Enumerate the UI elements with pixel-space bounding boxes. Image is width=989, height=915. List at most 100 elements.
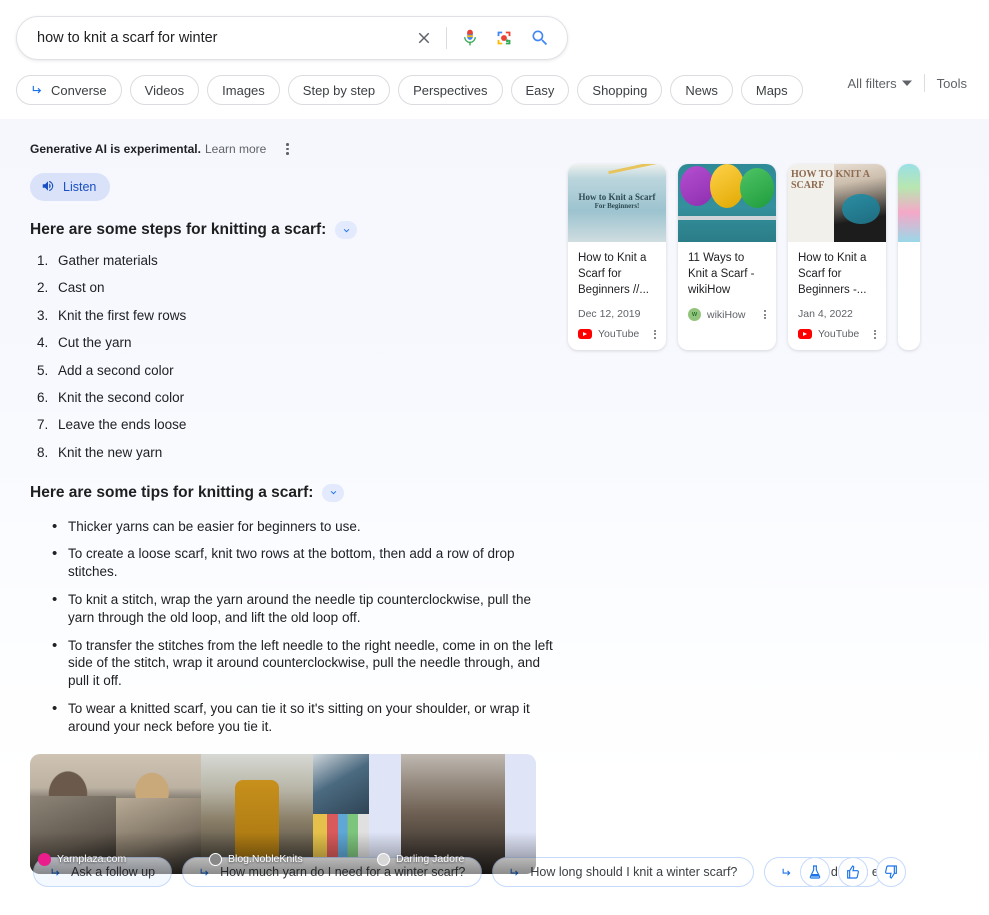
filter-chip-shopping[interactable]: Shopping bbox=[577, 75, 663, 105]
thumbs-down-icon[interactable] bbox=[876, 857, 906, 887]
image-source-label: Yarnplaza.com bbox=[57, 853, 127, 866]
filter-chip-images[interactable]: Images bbox=[207, 75, 280, 105]
filter-chip-label: Easy bbox=[525, 82, 555, 98]
filter-chip-label: Maps bbox=[755, 82, 788, 98]
source-avatar-icon bbox=[377, 852, 390, 866]
filter-chip-label: Shopping bbox=[592, 82, 648, 98]
filters-right-group: All filters Tools bbox=[848, 74, 967, 92]
video-thumbnail: How to Knit a Scarf For Beginners! bbox=[568, 164, 666, 242]
listen-button[interactable]: Listen bbox=[30, 173, 111, 201]
list-item: To wear a knitted scarf, you can tie it … bbox=[52, 699, 557, 736]
video-card-carousel: How to Knit a Scarf For Beginners! How t… bbox=[568, 164, 920, 350]
video-card[interactable]: How to Knit a Scarf For Beginners! How t… bbox=[568, 164, 666, 350]
filter-chip-news[interactable]: News bbox=[670, 75, 733, 105]
tips-list: Thicker yarns can be easier for beginner… bbox=[30, 517, 989, 736]
image-result-3[interactable]: Darling Jadore bbox=[369, 753, 536, 874]
source-avatar-icon bbox=[209, 852, 222, 866]
tips-heading-text: Here are some tips for knitting a scarf: bbox=[30, 483, 314, 501]
google-lens-icon[interactable] bbox=[491, 25, 517, 51]
labs-flask-icon[interactable] bbox=[800, 857, 830, 887]
video-source-label: YouTube bbox=[598, 328, 640, 340]
video-date: Jan 4, 2022 bbox=[798, 308, 853, 320]
chevron-down-icon bbox=[901, 76, 912, 91]
video-title: 11 Ways to Knit a Scarf - wikiHow bbox=[688, 252, 755, 296]
video-card[interactable]: 11 Ways to Knit a Scarf - wikiHow w wiki… bbox=[678, 164, 776, 350]
thumbs-up-icon[interactable] bbox=[838, 857, 868, 887]
video-title: How to Knit a Scarf for Beginners -... bbox=[798, 252, 867, 296]
filter-chip-videos[interactable]: Videos bbox=[129, 75, 200, 105]
search-icon[interactable] bbox=[527, 25, 553, 51]
filter-chip-label: Perspectives bbox=[413, 82, 488, 98]
filter-chip-converse[interactable]: Converse bbox=[16, 75, 122, 105]
tools-button[interactable]: Tools bbox=[937, 76, 967, 91]
filter-chip-label: Step by step bbox=[302, 82, 376, 98]
source-avatar-icon bbox=[38, 852, 51, 866]
filter-chip-label: Images bbox=[222, 82, 265, 98]
list-item: Knit the second color bbox=[52, 390, 989, 407]
list-item: To knit a stitch, wrap the yarn around t… bbox=[52, 590, 557, 627]
image-source-label: Darling Jadore bbox=[396, 853, 465, 866]
reply-arrow-icon bbox=[781, 866, 794, 879]
more-options-icon[interactable] bbox=[764, 310, 766, 319]
search-input[interactable] bbox=[35, 29, 412, 47]
image-source-label: Blog.NobleKnits bbox=[228, 853, 303, 866]
learn-more-link[interactable]: Learn more bbox=[205, 142, 266, 156]
list-item: To create a loose scarf, knit two rows a… bbox=[52, 544, 557, 581]
filter-chip-step-by-step[interactable]: Step by step bbox=[287, 75, 391, 105]
image-result-1[interactable]: Yarnplaza.com bbox=[30, 753, 201, 874]
filter-chip-label: Converse bbox=[51, 82, 107, 98]
image-source-tag: Blog.NobleKnits bbox=[209, 852, 303, 866]
list-item: To transfer the stitches from the left n… bbox=[52, 636, 557, 690]
video-card[interactable]: HOW TO KNIT A SCARF How to Knit a Scarf … bbox=[788, 164, 886, 350]
video-thumbnail: HOW TO KNIT A SCARF bbox=[788, 164, 886, 242]
youtube-icon bbox=[798, 329, 812, 339]
more-options-icon[interactable] bbox=[654, 329, 656, 339]
search-box[interactable] bbox=[16, 16, 568, 60]
generative-ai-panel: Generative AI is experimental. Learn mor… bbox=[0, 119, 989, 874]
image-source-tag: Darling Jadore bbox=[377, 852, 465, 866]
video-title: How to Knit a Scarf for Beginners //... bbox=[578, 252, 649, 296]
ai-disclaimer-text: Generative AI is experimental. bbox=[30, 142, 201, 156]
image-source-tag: Yarnplaza.com bbox=[38, 852, 127, 866]
all-filters-label: All filters bbox=[847, 75, 897, 91]
expand-steps-chevron-down-icon[interactable] bbox=[335, 221, 358, 239]
close-icon[interactable] bbox=[412, 26, 436, 50]
youtube-icon bbox=[578, 329, 592, 339]
steps-heading-text: Here are some steps for knitting a scarf… bbox=[30, 221, 327, 238]
filter-chip-perspectives[interactable]: Perspectives bbox=[398, 75, 503, 105]
thumb-subtitle: For Beginners! bbox=[594, 202, 640, 210]
image-results-strip: Yarnplaza.com Blog.NobleKnits Darling Ja… bbox=[30, 753, 536, 874]
followup-chip-label: How long should I knit a winter scarf? bbox=[530, 865, 738, 879]
list-item: Leave the ends loose bbox=[52, 417, 989, 434]
video-date: Dec 12, 2019 bbox=[578, 308, 641, 320]
filter-chip-label: Videos bbox=[144, 82, 185, 98]
image-result-2[interactable]: Blog.NobleKnits bbox=[201, 753, 369, 874]
thumb-title: How to Knit a Scarf bbox=[578, 192, 656, 202]
filter-chip-label: News bbox=[685, 82, 718, 98]
filter-chip-row: Converse Videos Images Step by step Pers… bbox=[0, 60, 989, 108]
video-source-row: w wikiHow bbox=[688, 308, 766, 321]
more-options-icon[interactable] bbox=[874, 329, 876, 339]
divider bbox=[923, 74, 925, 92]
video-source-row: YouTube bbox=[578, 328, 656, 340]
tips-heading: Here are some tips for knitting a scarf: bbox=[30, 483, 989, 502]
divider bbox=[446, 27, 447, 49]
search-area bbox=[0, 0, 989, 60]
video-source-row: YouTube bbox=[798, 328, 876, 340]
converse-arrow-icon bbox=[31, 83, 45, 97]
more-options-icon[interactable] bbox=[280, 141, 294, 157]
filter-chip-maps[interactable]: Maps bbox=[740, 75, 803, 105]
microphone-icon[interactable] bbox=[457, 25, 483, 51]
video-card-partial[interactable] bbox=[898, 164, 920, 350]
video-thumbnail bbox=[678, 164, 776, 242]
all-filters-button[interactable]: All filters bbox=[848, 76, 912, 91]
list-item: Knit the new yarn bbox=[52, 445, 989, 462]
wikihow-icon: w bbox=[688, 308, 701, 321]
thumb-title: HOW TO KNIT A SCARF bbox=[791, 169, 870, 191]
feedback-button-group bbox=[800, 857, 906, 887]
filter-chip-easy[interactable]: Easy bbox=[510, 75, 570, 105]
list-item: Add a second color bbox=[52, 363, 989, 380]
expand-tips-chevron-down-icon[interactable] bbox=[322, 483, 345, 502]
listen-label: Listen bbox=[63, 180, 97, 194]
video-source-label: wikiHow bbox=[707, 308, 746, 321]
